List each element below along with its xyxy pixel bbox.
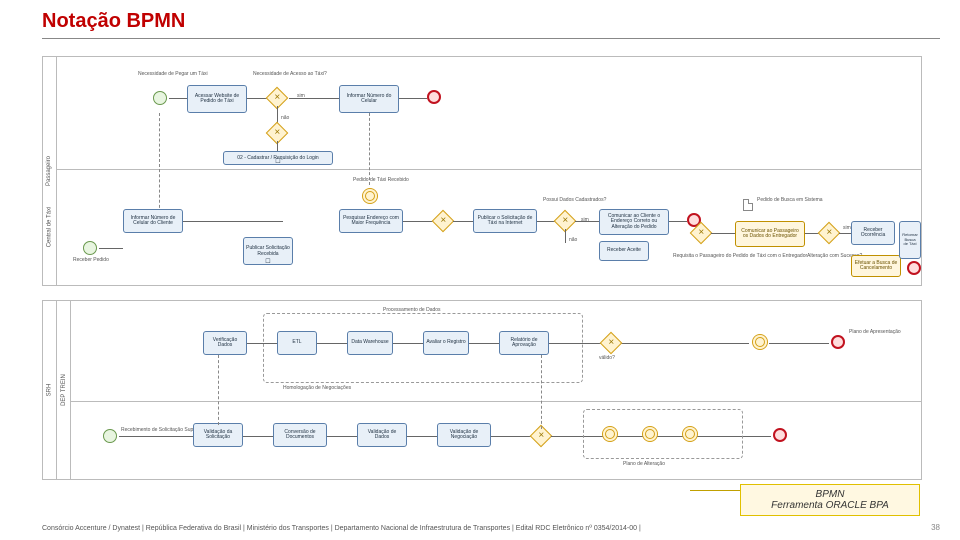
task-acessar-website: Acessar Website de Pedido de Táxi (187, 85, 247, 113)
msg-flow (159, 113, 160, 213)
task-b1: Informar Número de Celular do Cliente (123, 209, 183, 233)
flow (403, 221, 433, 222)
flow (317, 343, 347, 344)
task-d2: ETL (277, 331, 317, 355)
pool-label-outer: SRH (43, 301, 57, 479)
task-l2: Conversão de Documentos (273, 423, 327, 447)
bg1-yes: sim (581, 217, 589, 223)
flow (327, 436, 357, 437)
bg2-label: Requisita o Passageiro do Pedido de Táxi… (673, 253, 733, 259)
bg1-label: Possui Dados Cadastrados? (543, 197, 593, 203)
bg1-no: não (569, 237, 577, 243)
flow (491, 436, 531, 437)
flow (669, 221, 687, 222)
flow (407, 436, 437, 437)
gateway-d2-label: válido? (599, 355, 615, 361)
task-informar-celular: Informar Número do Celular (339, 85, 399, 113)
gateway-label-g1: Necessidade de Acesso ao Táxi? (253, 71, 303, 77)
task-b6: Comunicar ao Passageiro os Dados do Entr… (735, 221, 805, 247)
group-label-3: Plano de Alteração (623, 461, 665, 467)
inter-g3b (643, 427, 657, 441)
start-event-bottom (83, 241, 97, 255)
task-b9: Retornar Busca de Táxi (899, 221, 921, 259)
group-label-1: Processamento de Dados (383, 307, 441, 313)
task-d3: Data Warehouse (347, 331, 393, 355)
gateway-bg3 (818, 222, 841, 245)
inter-event (363, 189, 377, 203)
group-label-2: Homologação de Negociações (283, 385, 351, 391)
task-b7: Receber Ocorrência (851, 221, 895, 245)
flow (565, 229, 566, 243)
flow (277, 141, 278, 151)
flow (469, 343, 499, 344)
flow (769, 343, 829, 344)
start-event-top (153, 91, 167, 105)
gateway-bg0 (432, 210, 455, 233)
g1-no: não (281, 115, 289, 121)
title-rule (42, 38, 940, 39)
start-label-lower: Recebimento de Solicitação Supervisão (121, 427, 181, 433)
end-event-b2 (907, 261, 921, 275)
msg-flow-d (541, 355, 542, 429)
page-title: Notação BPMN (42, 10, 185, 33)
start-label-top: Necessidade de Pegar um Táxi (138, 71, 188, 77)
flow (169, 98, 187, 99)
msg-flow-d (218, 355, 219, 425)
data-object-icon (743, 199, 753, 211)
flow (839, 233, 851, 234)
inter-g3a (603, 427, 617, 441)
pool-label-bottom: Central de Táxi (43, 169, 57, 285)
flow (453, 221, 473, 222)
data-object-label: Pedido de Busca em Sistema (757, 197, 807, 203)
flow (399, 98, 427, 99)
callout-oracle: BPMN Ferramenta ORACLE BPA (740, 484, 920, 516)
lane-divider-2 (71, 401, 921, 402)
start-event-lower (103, 429, 117, 443)
task-l4: Validação de Negociação (437, 423, 491, 447)
lane-divider-1 (57, 169, 921, 170)
task-b8: Efetuar a Busca de Cancelamento (851, 255, 901, 277)
callout-oracle-l1: BPMN (751, 489, 909, 500)
subprocess-cadastro: 02 - Cadastrar / Requisição do Login (223, 151, 333, 165)
inter-event-d2 (753, 335, 767, 349)
task-d6-label: Plano de Apresentação (849, 329, 909, 335)
task-l1: Validação da Solicitação (193, 423, 243, 447)
pool-label-inner: DEP TREIN (57, 301, 71, 479)
callout-oracle-l2: Ferramenta ORACLE BPA (751, 500, 909, 511)
task-d5: Relatório de Aprovação (499, 331, 549, 355)
flow (247, 343, 277, 344)
bg3-yes: sim (843, 225, 851, 231)
subprocess-publicar: Publicar Solicitação Recebida (243, 237, 293, 265)
task-b4: Comunicar ao Cliente o Endereço Correto … (599, 209, 669, 235)
start-label-bottom: Receber Pedido (73, 257, 109, 263)
msg-flow (369, 113, 370, 185)
flow (243, 436, 273, 437)
end-event-lower (773, 428, 787, 442)
flow (183, 221, 283, 222)
flow (99, 248, 123, 249)
diagram-bizagi: Passageiro Necessidade de Pegar um Táxi … (42, 56, 922, 286)
end-event-top (427, 90, 441, 104)
flow (393, 343, 423, 344)
task-l3: Validação de Dados (357, 423, 407, 447)
flow (549, 343, 749, 344)
bg3-label: Alteração com Sucesso? (807, 253, 857, 259)
flow (711, 233, 735, 234)
gateway-d2 (600, 332, 623, 355)
task-b2: Pesquisar Endereço com Maior Frequência (339, 209, 403, 233)
task-d1: Verificação Dados (203, 331, 247, 355)
inter-g3c (683, 427, 697, 441)
callout-oracle-connector (690, 490, 740, 491)
page-number: 38 (931, 523, 940, 532)
flow (289, 98, 339, 99)
task-d4: Avaliar o Registro (423, 331, 469, 355)
inter-label: Pedido de Táxi Recebido (353, 177, 403, 183)
flow (119, 436, 193, 437)
end-event-d2 (831, 335, 845, 349)
task-b3: Publicar o Solicitação de Táxi na Intern… (473, 209, 537, 233)
footer-text: Consórcio Accenture / Dynatest | Repúbli… (42, 525, 641, 532)
flow (575, 221, 599, 222)
diagram-oracle: SRH DEP TREIN Processamento de Dados Ver… (42, 300, 922, 480)
task-b5: Receber Aceite (599, 241, 649, 261)
